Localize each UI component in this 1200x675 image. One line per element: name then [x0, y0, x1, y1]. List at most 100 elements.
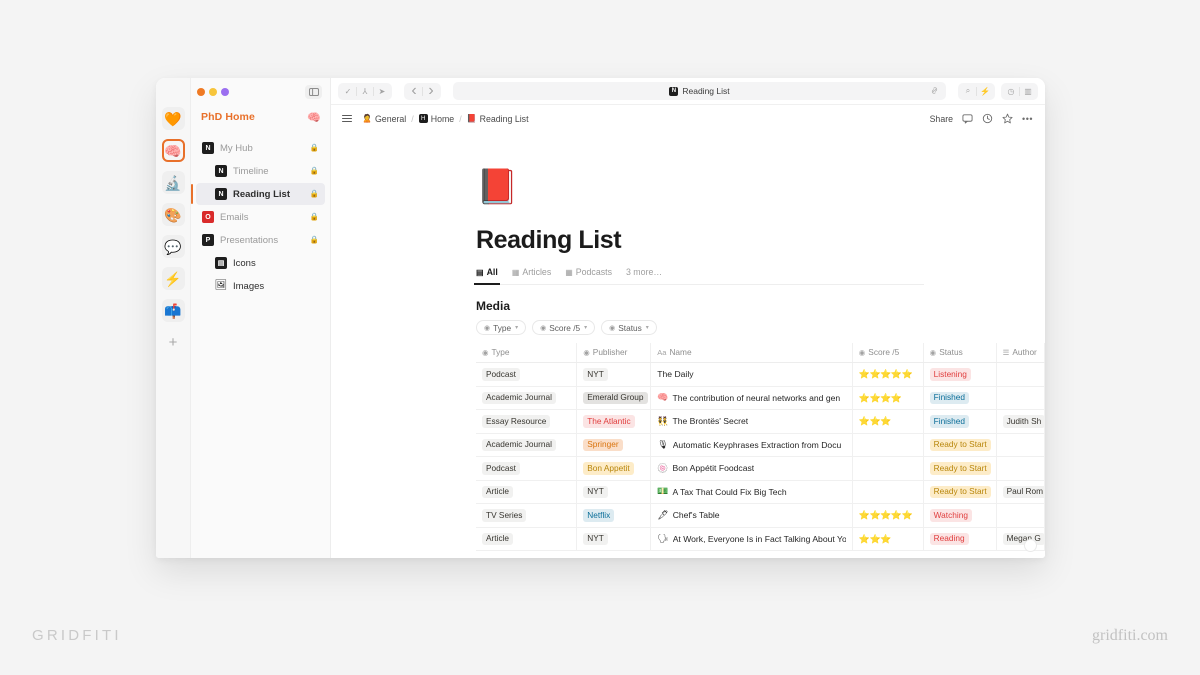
sidebar-item-timeline[interactable]: N Timeline 🔒: [196, 160, 325, 182]
cell-status[interactable]: Finished: [923, 409, 997, 434]
cell-name[interactable]: The Daily: [650, 362, 853, 387]
cell-publisher[interactable]: Emerald Group: [576, 386, 652, 411]
cell-publisher[interactable]: NYT: [576, 362, 652, 387]
address-bar[interactable]: N Reading List: [453, 82, 946, 100]
cell-type[interactable]: Academic Journal: [476, 433, 578, 458]
cell-type[interactable]: TV Series: [476, 503, 578, 528]
tab-podcasts[interactable]: ▦ Podcasts: [565, 267, 612, 280]
cell-score[interactable]: ⭐⭐⭐⭐⭐: [852, 362, 924, 387]
cell-author[interactable]: Megan G: [996, 527, 1045, 552]
branch-icon[interactable]: ⅄: [357, 84, 373, 99]
menu-icon[interactable]: [342, 114, 352, 123]
cell-author[interactable]: [996, 503, 1045, 528]
table-row[interactable]: Academic Journal Emerald Group 🧠 The contri…: [476, 386, 1045, 411]
sidebar-item-my-hub[interactable]: N My Hub 🔒: [196, 137, 325, 159]
column-header-author[interactable]: ☰ Author: [996, 343, 1045, 363]
cell-publisher[interactable]: NYT: [576, 527, 652, 552]
new-row-button[interactable]: + New: [476, 551, 1045, 558]
cell-status[interactable]: Listening: [923, 362, 997, 387]
cell-type[interactable]: Article: [476, 527, 578, 552]
cell-name[interactable]: 👯 The Brontës' Secret: [650, 409, 853, 434]
mailbox-icon[interactable]: 📫: [161, 299, 185, 322]
table-row[interactable]: Article NYT 💵 A Tax That Could Fix Big Tech…: [476, 480, 1045, 505]
filter-status[interactable]: ◉ Status ▾: [601, 320, 657, 335]
cell-type[interactable]: Podcast: [476, 456, 578, 481]
speech-balloon-icon[interactable]: 💬: [161, 235, 185, 258]
back-button[interactable]: ‹: [406, 82, 422, 99]
cell-status[interactable]: Reading: [923, 527, 997, 552]
sidebar-item-emails[interactable]: O Emails 🔒: [196, 206, 325, 228]
table-row[interactable]: Podcast NYT The Daily ⭐⭐⭐⭐⭐ Listening: [476, 362, 1045, 387]
scroll-nub[interactable]: [1024, 539, 1037, 552]
orange-heart-icon[interactable]: 🧡: [161, 107, 185, 130]
breadcrumb-item-general[interactable]: 🙎 General: [362, 114, 406, 124]
filter-type[interactable]: ◉ Type ▾: [476, 320, 527, 335]
cell-score[interactable]: ⭐⭐⭐⭐: [852, 386, 924, 411]
cell-status[interactable]: Watching: [923, 503, 997, 528]
table-row[interactable]: Article NYT 🗣 At Work, Everyone Is in Fact …: [476, 527, 1045, 552]
column-header-score-5[interactable]: ◉ Score /5: [852, 343, 924, 363]
share-button[interactable]: Share: [930, 114, 953, 124]
high-voltage-icon[interactable]: ⚡: [161, 267, 185, 290]
cell-publisher[interactable]: NYT: [576, 480, 652, 505]
traffic-light-close[interactable]: [197, 87, 205, 96]
table-row[interactable]: TV Series Netflix 🖋 Chef's Table ⭐⭐⭐⭐⭐ Watchi…: [476, 503, 1045, 528]
cell-type[interactable]: Article: [476, 480, 578, 505]
tab-3-more[interactable]: 3 more…: [626, 267, 662, 280]
cell-score[interactable]: [852, 480, 924, 505]
artist-palette-icon[interactable]: 🎨: [161, 203, 185, 226]
cell-score[interactable]: ⭐⭐⭐⭐⭐: [852, 503, 924, 528]
cell-author[interactable]: [996, 456, 1045, 481]
add-workspace-button[interactable]: +: [162, 331, 185, 354]
microscope-icon[interactable]: 🔬: [161, 171, 185, 194]
sidebar-toggle-icon[interactable]: [305, 84, 322, 99]
panel-icon[interactable]: ▥: [1020, 84, 1036, 99]
cell-score[interactable]: [852, 456, 924, 481]
sidebar-item-presentations[interactable]: P Presentations 🔒: [196, 229, 325, 251]
search-icon[interactable]: ⌕: [960, 84, 976, 99]
column-header-publisher[interactable]: ◉ Publisher: [576, 343, 652, 363]
sidebar-item-images[interactable]: 🖼 Images: [196, 275, 325, 297]
table-row[interactable]: Podcast Bon Appetit 🍥 Bon Appétit Foodcast R…: [476, 456, 1045, 481]
star-icon[interactable]: [1002, 113, 1013, 124]
cell-type[interactable]: Academic Journal: [476, 386, 578, 411]
traffic-light-minimize[interactable]: [209, 87, 217, 96]
cell-score[interactable]: ⭐⭐⭐: [852, 409, 924, 434]
clock-icon[interactable]: [982, 113, 993, 124]
cell-author[interactable]: [996, 433, 1045, 458]
cell-author[interactable]: Paul Rom: [996, 480, 1045, 505]
column-header-name[interactable]: Aa Name: [650, 343, 853, 363]
cell-name[interactable]: 💵 A Tax That Could Fix Big Tech: [650, 480, 853, 505]
breadcrumb-item-home[interactable]: H Home: [418, 114, 454, 124]
brain-icon[interactable]: 🧠: [161, 139, 185, 162]
cell-publisher[interactable]: The Atlantic: [576, 409, 652, 434]
link-icon[interactable]: [930, 82, 939, 100]
column-header-status[interactable]: ◉ Status: [923, 343, 997, 363]
cell-score[interactable]: [852, 433, 924, 458]
tab-articles[interactable]: ▦ Articles: [512, 267, 551, 280]
cell-author[interactable]: Judith Sh: [996, 409, 1045, 434]
cell-name[interactable]: 🗣 At Work, Everyone Is in Fact Talking Ab…: [650, 527, 853, 552]
cell-name[interactable]: 🍥 Bon Appétit Foodcast: [650, 456, 853, 481]
cell-author[interactable]: [996, 386, 1045, 411]
table-row[interactable]: Essay Resource The Atlantic 👯 The Brontës' …: [476, 409, 1045, 434]
comment-icon[interactable]: [962, 113, 973, 124]
cell-name[interactable]: 🧠 The contribution of neural networks and…: [650, 386, 853, 411]
cell-type[interactable]: Essay Resource: [476, 409, 578, 434]
cell-author[interactable]: [996, 362, 1045, 387]
cell-publisher[interactable]: Bon Appetit: [576, 456, 652, 481]
cell-name[interactable]: 🎙 Automatic Keyphrases Extraction from Do…: [650, 433, 853, 458]
cell-status[interactable]: Finished: [923, 386, 997, 411]
cell-publisher[interactable]: Netflix: [576, 503, 652, 528]
cell-publisher[interactable]: Springer: [576, 433, 652, 458]
cell-score[interactable]: ⭐⭐⭐: [852, 527, 924, 552]
traffic-light-zoom[interactable]: [221, 87, 229, 96]
cell-type[interactable]: Podcast: [476, 362, 578, 387]
cell-status[interactable]: Ready to Start: [923, 456, 997, 481]
lightning-icon[interactable]: ⚡: [977, 84, 993, 99]
history-icon[interactable]: ◷: [1003, 84, 1019, 99]
more-icon[interactable]: •••: [1022, 114, 1033, 124]
filter-score-5[interactable]: ◉ Score /5 ▾: [532, 320, 596, 335]
tab-all[interactable]: ▤ All: [474, 267, 500, 285]
breadcrumb-item-reading-list[interactable]: 📕 Reading List: [467, 114, 529, 124]
